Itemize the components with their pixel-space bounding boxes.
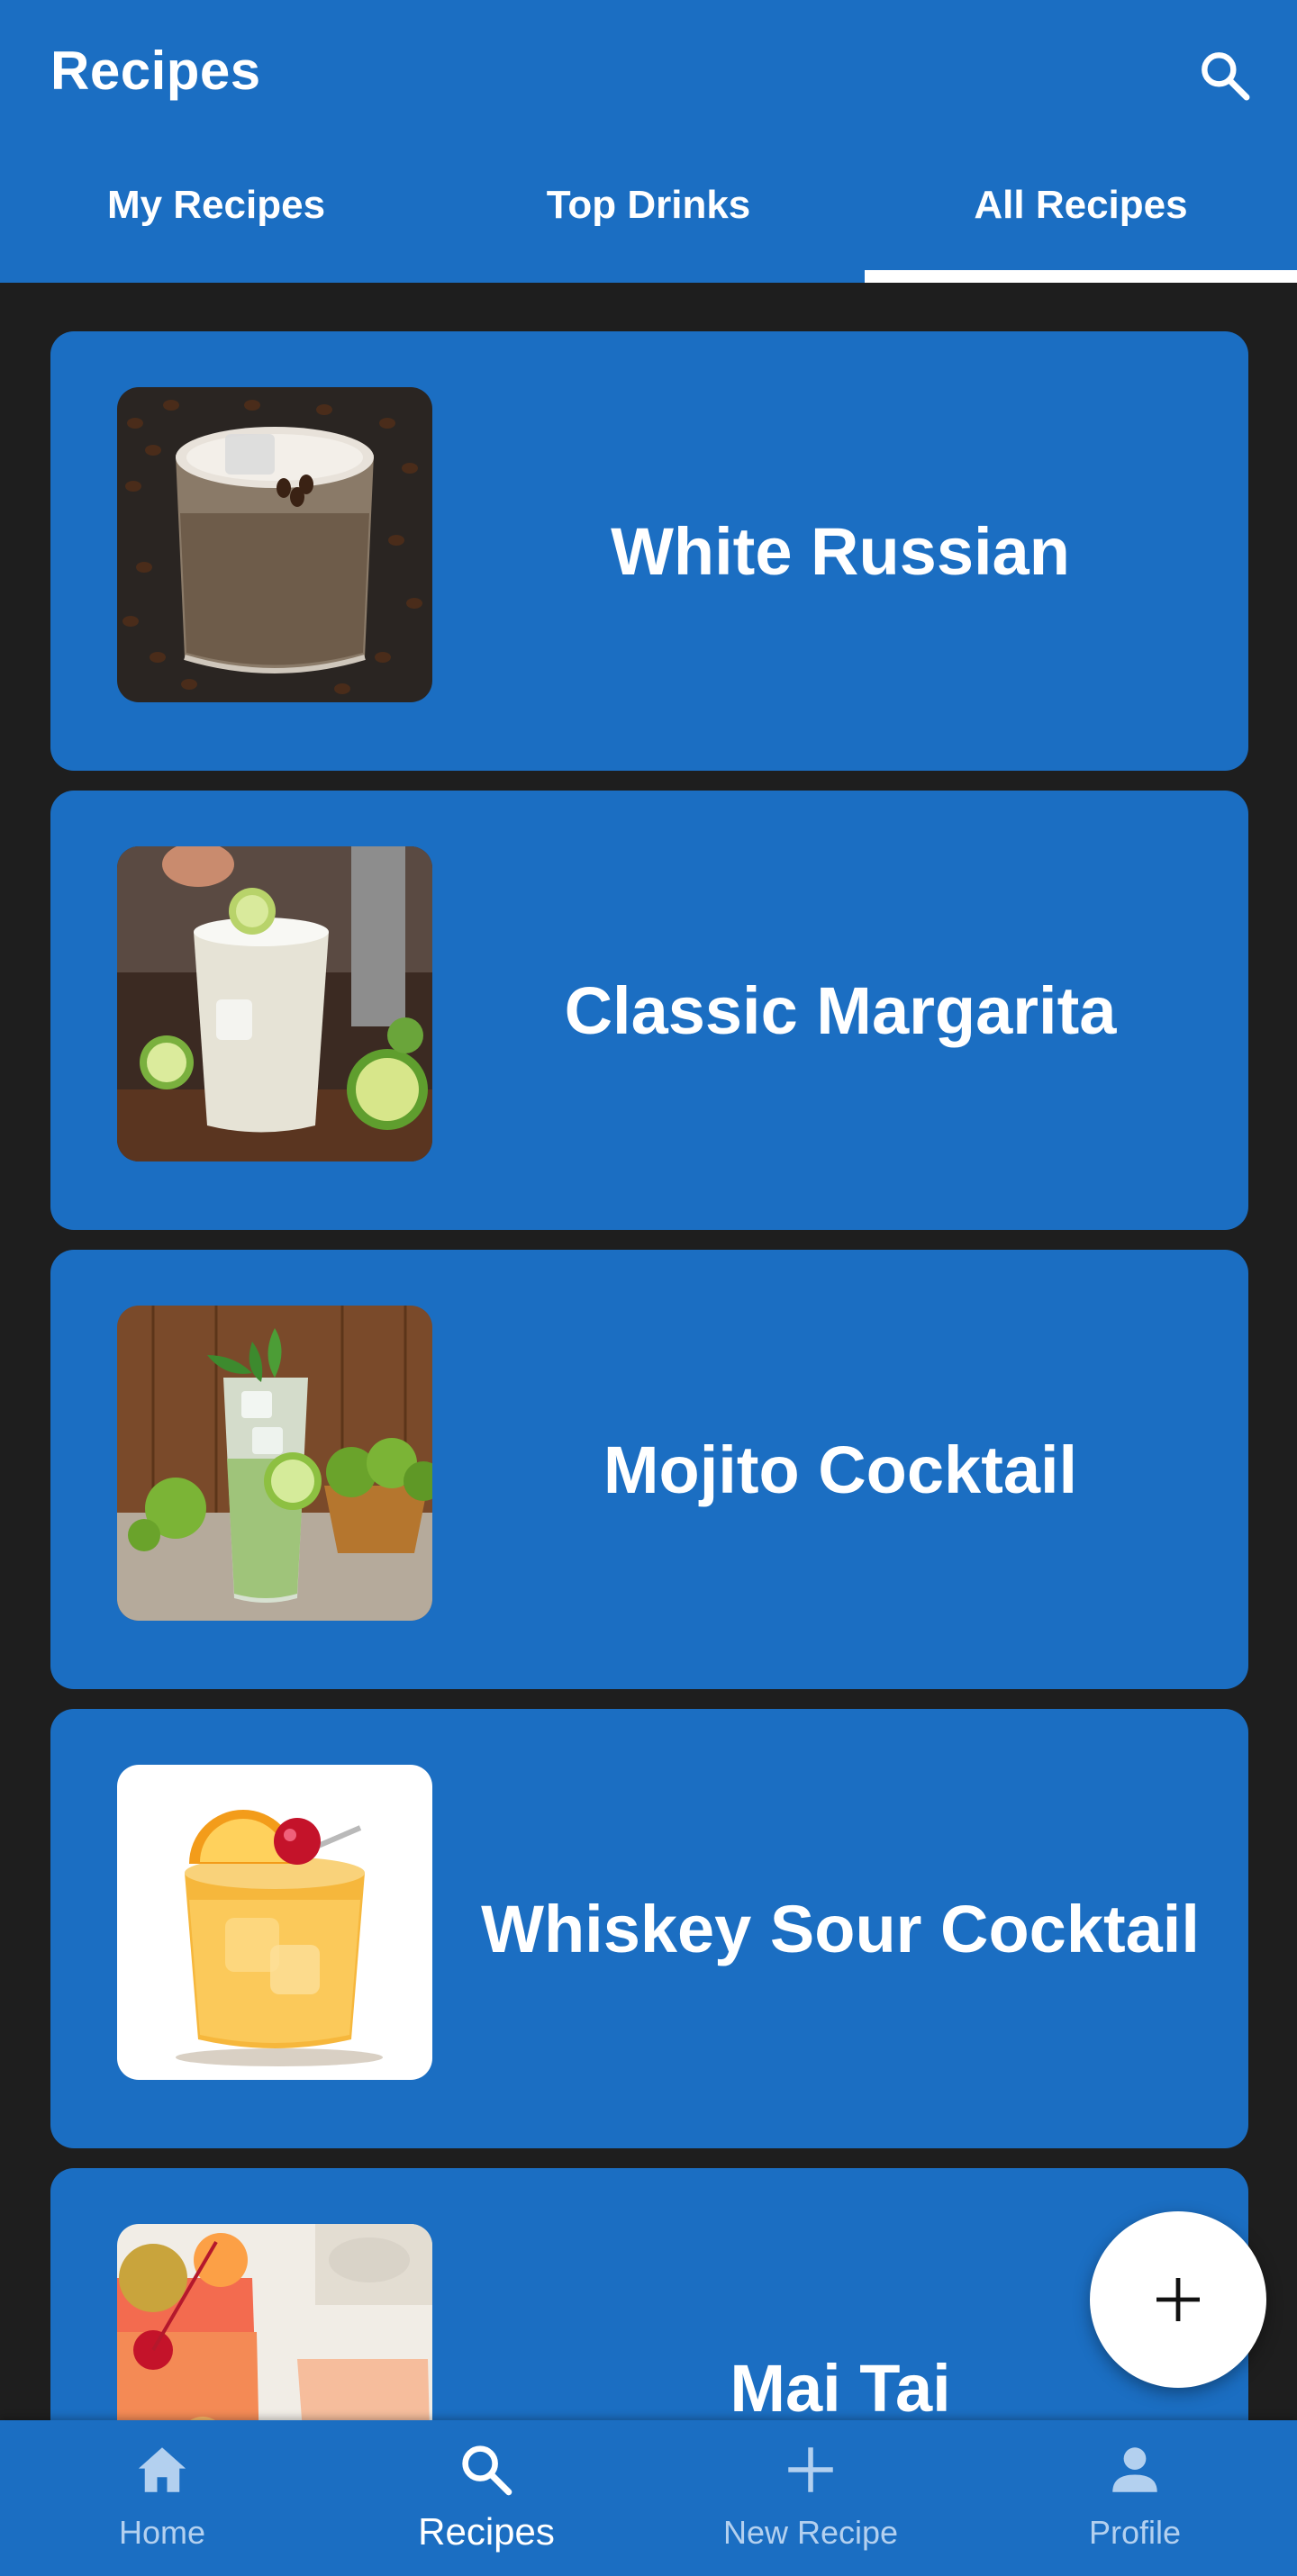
nav-label: New Recipe	[722, 2514, 899, 2551]
margarita-photo	[117, 846, 432, 1161]
home-icon	[129, 2436, 195, 2503]
recipe-list[interactable]: White Russian Classic Margarita Mojito C…	[0, 283, 1297, 2420]
tab-top-drinks[interactable]: Top Drinks	[432, 153, 865, 283]
tab-my-recipes[interactable]: My Recipes	[0, 153, 432, 283]
tab-label: My Recipes	[106, 183, 326, 227]
white-russian-photo	[117, 387, 432, 702]
nav-label: Home	[118, 2514, 206, 2551]
recipe-title: Mojito Cocktail	[603, 1432, 1078, 1507]
tab-bar: My Recipes Top Drinks All Recipes	[0, 153, 1297, 283]
search-icon	[1202, 52, 1250, 101]
recipe-title: Whiskey Sour Cocktail	[481, 1891, 1200, 1966]
recipes-screen: Recipes My Recipes Top Drinks All Recipe…	[0, 0, 1297, 2576]
recipe-card-mojito-cocktail[interactable]: Mojito Cocktail	[50, 1250, 1248, 1689]
recipe-title: Classic Margarita	[564, 972, 1117, 1048]
nav-new-recipe[interactable]: New Recipe	[648, 2420, 973, 2576]
tab-all-recipes[interactable]: All Recipes	[865, 153, 1297, 283]
mojito-photo	[117, 1306, 432, 1621]
nav-home[interactable]: Home	[0, 2420, 324, 2576]
search-icon	[453, 2436, 520, 2503]
plus-icon	[777, 2436, 844, 2503]
mai-tai-photo	[117, 2224, 432, 2420]
tab-label: Top Drinks	[546, 183, 751, 227]
top-app-bar: Recipes My Recipes Top Drinks All Recipe…	[0, 0, 1297, 283]
nav-label: Profile	[1088, 2514, 1182, 2551]
selected-tab-indicator	[865, 270, 1297, 283]
search-button[interactable]	[1185, 36, 1265, 115]
nav-label: Recipes	[418, 2510, 555, 2553]
bottom-navigation: Home Recipes New Recipe Profile	[0, 2420, 1297, 2576]
nav-profile[interactable]: Profile	[973, 2420, 1297, 2576]
recipe-card-classic-margarita[interactable]: Classic Margarita	[50, 791, 1248, 1230]
plus-icon	[1156, 2278, 1200, 2321]
nav-recipes[interactable]: Recipes	[324, 2420, 648, 2576]
add-recipe-fab[interactable]	[1090, 2211, 1266, 2388]
person-icon	[1102, 2436, 1168, 2503]
tab-label: All Recipes	[974, 183, 1188, 227]
recipe-title: White Russian	[611, 513, 1070, 589]
page-title: Recipes	[50, 41, 261, 101]
recipe-card-mai-tai[interactable]: Mai Tai	[50, 2168, 1248, 2420]
whiskey-sour-photo	[117, 1765, 432, 2080]
recipe-card-white-russian[interactable]: White Russian	[50, 331, 1248, 771]
recipe-card-whiskey-sour-cocktail[interactable]: Whiskey Sour Cocktail	[50, 1709, 1248, 2148]
